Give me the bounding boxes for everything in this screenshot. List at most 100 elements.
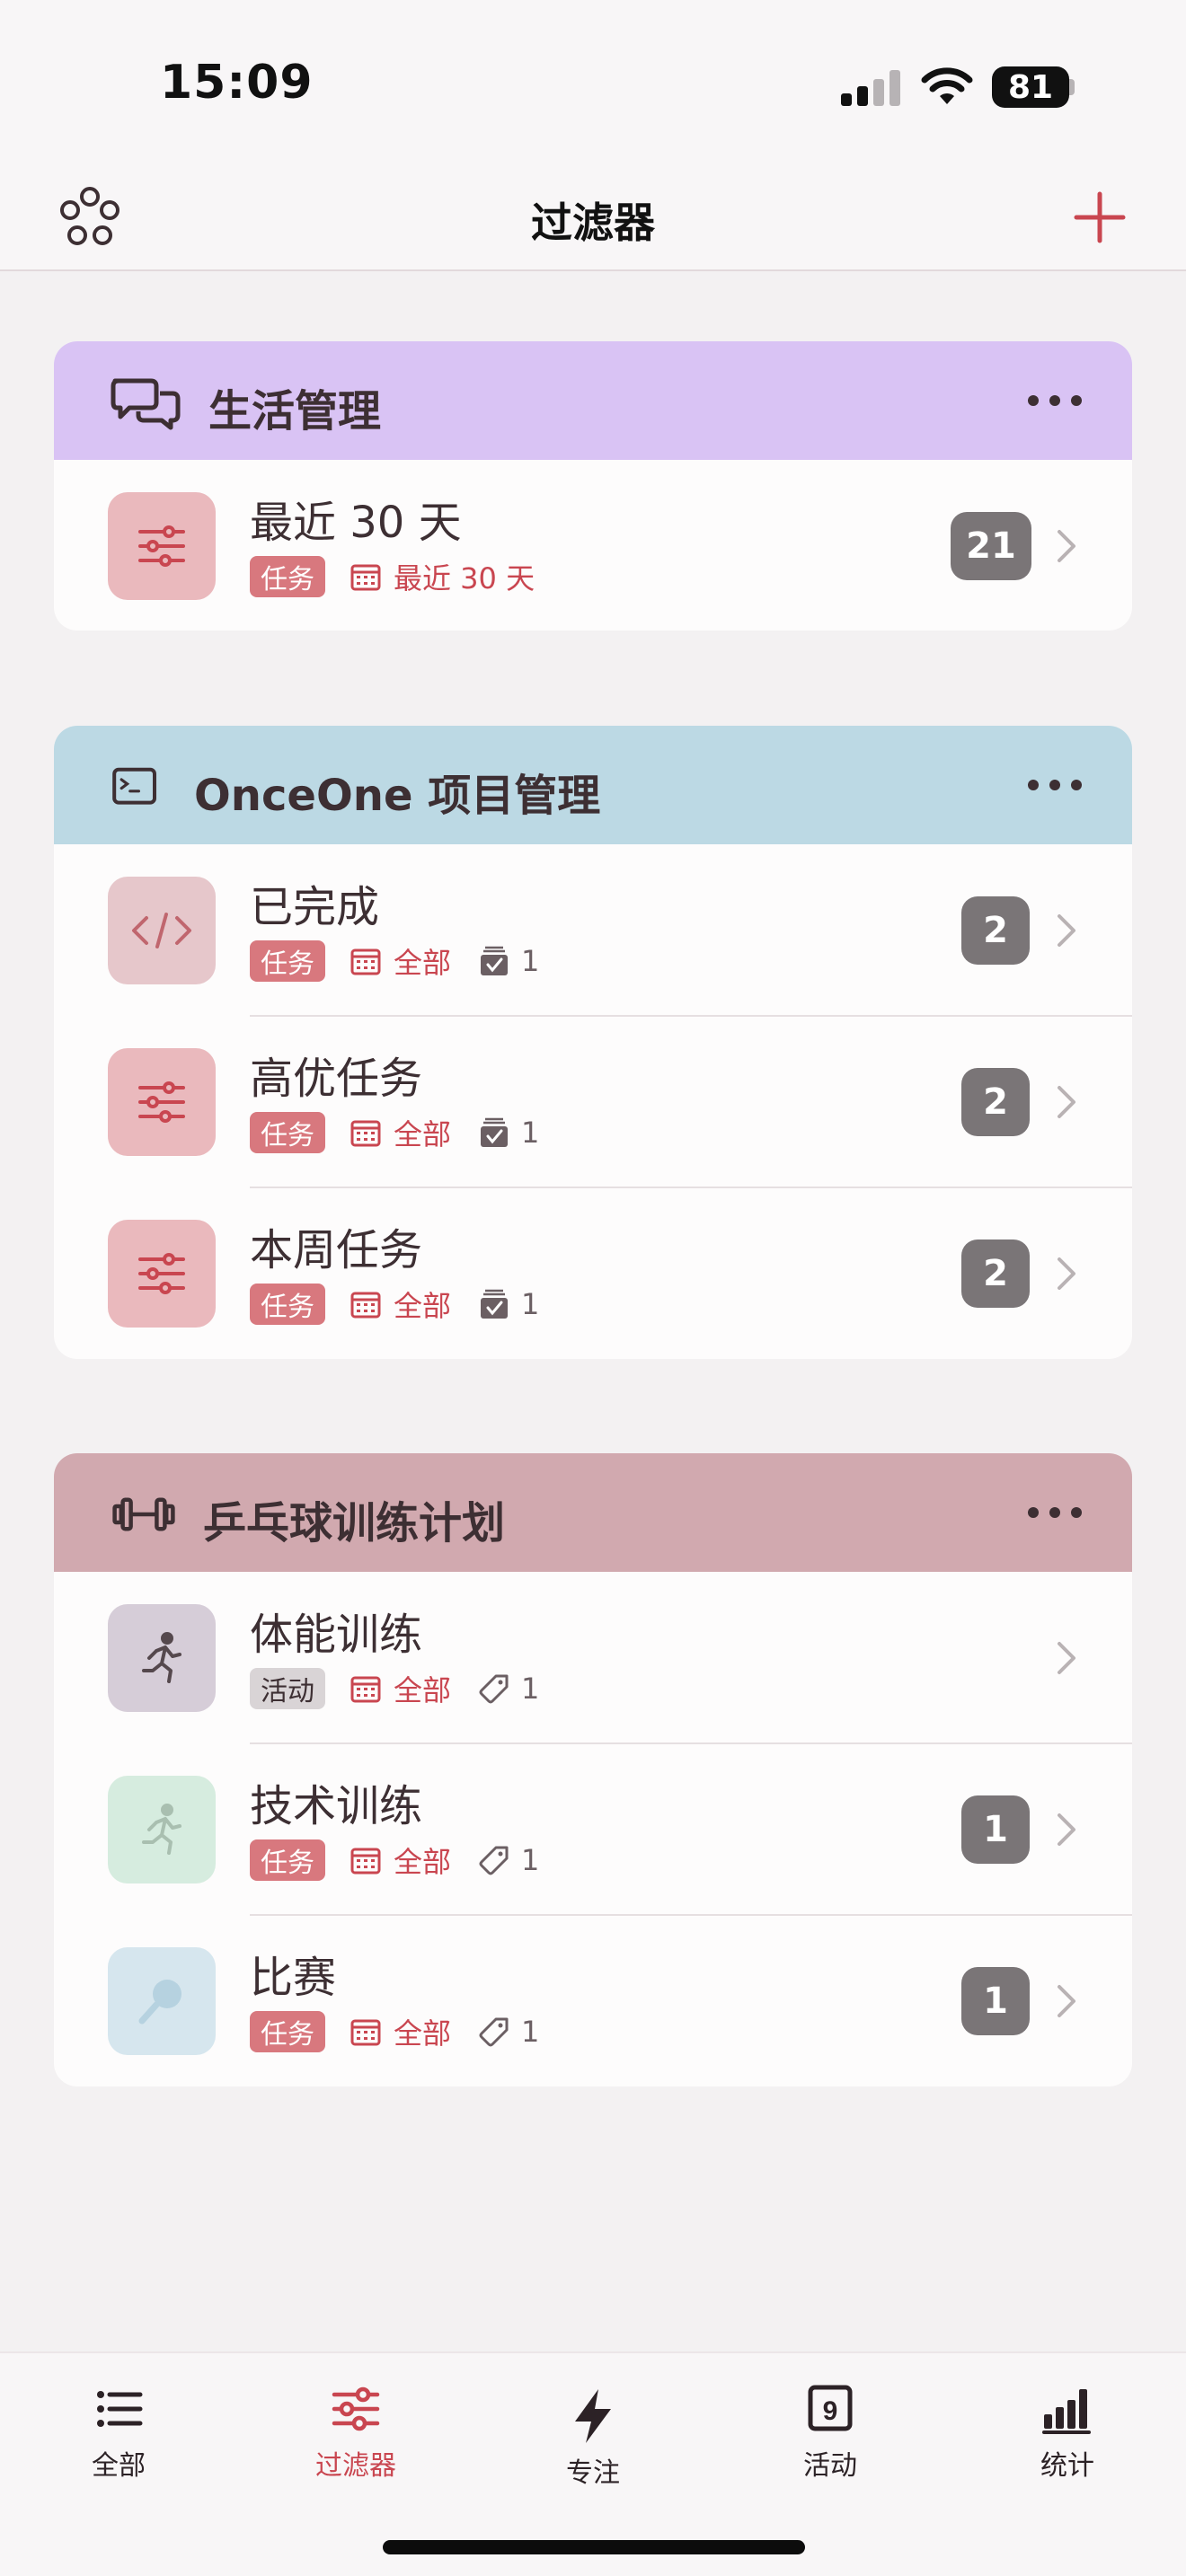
item-count: 1 [521, 1287, 540, 1321]
add-icon[interactable] [1071, 189, 1128, 246]
item-meta: 任务 全部 1 [250, 940, 539, 983]
calendar-icon [350, 948, 381, 975]
item-title: 体能训练 [250, 1610, 423, 1660]
thumb-sliders [108, 1220, 216, 1328]
more-icon[interactable] [1028, 776, 1082, 794]
chevron-right-icon [1058, 914, 1075, 947]
count-badge: 2 [961, 896, 1030, 965]
thumb-sliders [108, 1048, 216, 1156]
group-header[interactable]: OnceOne 项目管理 [54, 726, 1132, 844]
list-icon [97, 2391, 143, 2427]
item-count: 1 [521, 1672, 540, 1706]
list-item[interactable]: 最近 30 天 任务 最近 30 天 21 [54, 460, 1132, 631]
calendar-9-icon: 9 [808, 2385, 853, 2431]
item-meta: 活动 全部 1 [250, 1667, 539, 1710]
group-title: 乒乓球训练计划 [203, 1498, 506, 1548]
item-count: 1 [521, 2015, 540, 2049]
calendar-icon [350, 1676, 381, 1703]
item-meta: 任务 全部 1 [250, 1283, 539, 1326]
item-title: 已完成 [250, 882, 380, 932]
item-title: 高优任务 [250, 1054, 423, 1104]
item-meta: 任务 全部 1 [250, 2010, 539, 2053]
list-item[interactable]: 体能训练 活动 全部 1 [54, 1572, 1132, 1744]
list-item[interactable]: 技术训练 任务 全部 1 1 [54, 1743, 1132, 1916]
tab-all[interactable]: 全部 [47, 2380, 190, 2483]
item-meta: 任务 全部 1 [250, 1839, 539, 1882]
group-life-management: 生活管理 最近 30 天 任务 最近 30 天 21 [54, 341, 1132, 631]
calendar-icon [350, 2019, 381, 2046]
group-onceone-project: OnceOne 项目管理 已完成 任务 全部 1 2 高优任务 任务 全部 1 … [54, 726, 1132, 1359]
date-range-label: 全部 [394, 2016, 452, 2051]
count-badge: 1 [961, 1967, 1030, 2035]
nav-bar: 过滤器 [0, 171, 1186, 271]
battery-tip [1069, 79, 1075, 95]
calendar-day-text: 9 [823, 2396, 838, 2426]
type-tag: 任务 [250, 1839, 325, 1881]
count-badge: 2 [961, 1239, 1030, 1308]
bar-chart-icon [1042, 2389, 1091, 2434]
wifi-icon [921, 67, 973, 104]
tag-icon [479, 1674, 509, 1704]
date-range-label: 全部 [394, 1289, 452, 1323]
chevron-right-icon [1058, 1257, 1075, 1290]
status-time: 15:09 [160, 56, 314, 110]
more-icon[interactable] [1028, 392, 1082, 410]
chat-bubbles-icon [111, 378, 181, 430]
chevron-right-icon [1058, 530, 1075, 562]
group-title: OnceOne 项目管理 [194, 771, 601, 821]
calendar-icon [350, 1120, 381, 1147]
chevron-right-icon [1058, 1985, 1075, 2017]
calendar-icon [350, 1292, 381, 1319]
item-title: 最近 30 天 [250, 498, 462, 548]
home-indicator [383, 2540, 805, 2554]
group-title: 生活管理 [208, 386, 382, 437]
runner-icon [142, 1804, 181, 1855]
tab-label: 全部 [92, 2450, 146, 2482]
group-header[interactable]: 生活管理 [54, 341, 1132, 460]
checkbox-stack-icon [481, 1289, 509, 1319]
list-item[interactable]: 已完成 任务 全部 1 2 [54, 844, 1132, 1017]
tab-focus[interactable]: 专注 [521, 2387, 665, 2490]
tab-stats[interactable]: 统计 [996, 2380, 1139, 2483]
type-tag: 活动 [250, 1668, 325, 1709]
list-item[interactable]: 高优任务 任务 全部 1 2 [54, 1016, 1132, 1188]
racket-icon [138, 1980, 181, 2025]
type-tag: 任务 [250, 1112, 325, 1153]
tab-activity[interactable]: 9 活动 [758, 2380, 902, 2483]
count-badge: 21 [951, 512, 1031, 580]
sliders-icon [138, 1081, 185, 1123]
tab-label: 过滤器 [315, 2450, 396, 2482]
type-tag: 任务 [250, 1284, 325, 1325]
tab-filters[interactable]: 过滤器 [284, 2380, 428, 2483]
terminal-icon [112, 767, 156, 805]
item-meta: 任务 最近 30 天 [250, 555, 535, 598]
checkbox-stack-icon [481, 946, 509, 975]
item-count: 1 [521, 1843, 540, 1877]
dumbbell-icon [112, 1497, 175, 1531]
item-title: 本周任务 [250, 1225, 423, 1275]
date-range-label: 全部 [394, 1673, 452, 1707]
list-item[interactable]: 比赛 任务 全部 1 1 [54, 1915, 1132, 2086]
calendar-icon [350, 564, 381, 591]
item-meta: 任务 全部 1 [250, 1111, 539, 1154]
runner-icon [142, 1632, 181, 1683]
date-range-label: 全部 [394, 1845, 452, 1879]
page-title: 过滤器 [531, 198, 655, 247]
list-item[interactable]: 本周任务 任务 全部 1 2 [54, 1187, 1132, 1359]
status-bar: 15:09 81 [0, 0, 1186, 171]
chevron-right-icon [1058, 1642, 1075, 1674]
group-header[interactable]: 乒乓球训练计划 [54, 1453, 1132, 1572]
tag-icon [479, 1846, 509, 1875]
thumb-racket [108, 1947, 216, 2055]
cellular-signal-icon [841, 70, 900, 106]
thumb-code [108, 877, 216, 984]
tab-label: 活动 [803, 2450, 857, 2482]
tab-label: 专注 [566, 2457, 620, 2489]
item-count: 1 [521, 944, 540, 978]
sliders-icon [138, 525, 185, 567]
more-icon[interactable] [1028, 1504, 1082, 1522]
count-badge: 2 [961, 1068, 1030, 1136]
sliders-icon [138, 1253, 185, 1294]
thumb-runner [108, 1776, 216, 1883]
chevron-right-icon [1058, 1813, 1075, 1846]
